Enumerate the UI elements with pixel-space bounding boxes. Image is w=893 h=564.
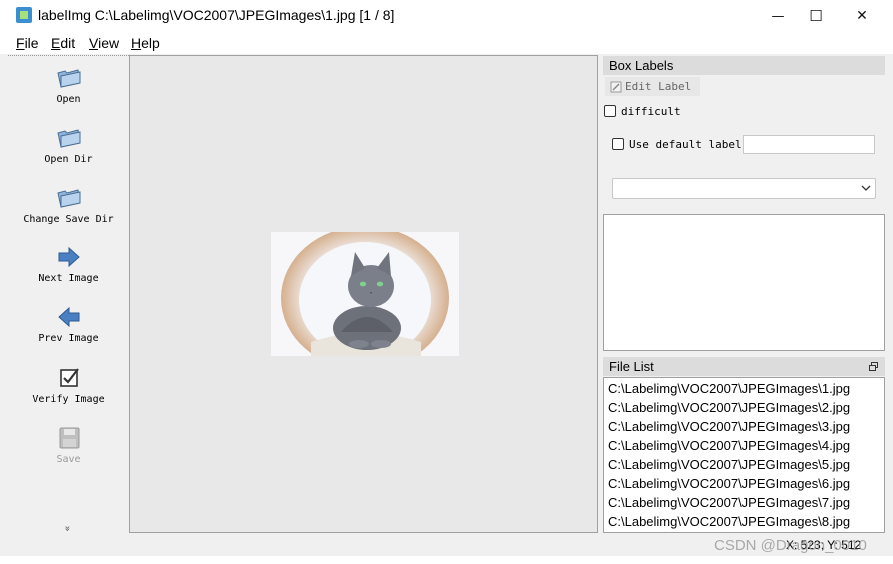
file-list-item[interactable]: C:\Labelimg\VOC2007\JPEGImages\8.jpg: [608, 514, 850, 529]
menu-file-label: ile: [24, 35, 39, 51]
open-dir-button[interactable]: Open Dir: [8, 126, 129, 165]
float-dock-icon[interactable]: [869, 362, 878, 371]
menu-help-label: elp: [141, 35, 160, 51]
file-list-item[interactable]: C:\Labelimg\VOC2007\JPEGImages\3.jpg: [608, 419, 850, 434]
menu-help-mnemonic: H: [131, 35, 142, 51]
menu-edit-mnemonic: E: [51, 35, 61, 51]
prev-image-label: Prev Image: [38, 333, 99, 344]
next-image-button[interactable]: Next Image: [8, 245, 129, 284]
tools-toolbar: Open Open Dir Change Save Dir Next Image…: [8, 55, 129, 534]
folder-icon: [56, 126, 82, 150]
open-dir-label: Open Dir: [44, 154, 93, 165]
menu-edit-label: dit: [60, 35, 76, 51]
maximize-button[interactable]: ☐: [793, 0, 839, 32]
box-labels-dock-title: Box Labels: [603, 56, 885, 75]
change-save-dir-label: Change Save Dir: [23, 214, 114, 225]
label-list[interactable]: [603, 214, 885, 351]
menu-view-mnemonic: V: [89, 35, 99, 51]
pencil-icon: [610, 81, 622, 93]
menu-edit[interactable]: Edit: [51, 35, 75, 51]
menu-file[interactable]: File: [16, 35, 39, 51]
edit-label-button[interactable]: Edit Label: [605, 77, 700, 96]
close-button[interactable]: ✕: [839, 0, 885, 32]
box-labels-title: Box Labels: [609, 58, 674, 73]
file-list-item[interactable]: C:\Labelimg\VOC2007\JPEGImages\2.jpg: [608, 400, 850, 415]
window-title: labelImg C:\Labelimg\VOC2007\JPEGImages\…: [38, 7, 395, 23]
bottom-strip: [0, 556, 893, 564]
labelimg-window: labelImg C:\Labelimg\VOC2007\JPEGImages\…: [0, 0, 893, 564]
verify-image-button[interactable]: Verify Image: [8, 366, 129, 405]
difficult-checkbox[interactable]: [604, 105, 616, 117]
use-default-label-text: Use default label: [629, 138, 742, 151]
arrow-left-icon: [56, 305, 82, 329]
menu-help[interactable]: Help: [131, 35, 160, 51]
save-button[interactable]: Save: [8, 426, 129, 465]
verify-image-label: Verify Image: [32, 394, 105, 405]
change-save-dir-button[interactable]: Change Save Dir: [8, 186, 129, 225]
menu-bar: File Edit View Help: [0, 32, 893, 54]
prev-image-button[interactable]: Prev Image: [8, 305, 129, 344]
arrow-right-icon: [56, 245, 82, 269]
use-default-label-checkbox[interactable]: [612, 138, 624, 150]
menu-view[interactable]: View: [89, 35, 119, 51]
title-bar: labelImg C:\Labelimg\VOC2007\JPEGImages\…: [0, 0, 893, 32]
folder-icon: [56, 186, 82, 210]
file-list-item[interactable]: C:\Labelimg\VOC2007\JPEGImages\7.jpg: [608, 495, 850, 510]
file-list[interactable]: C:\Labelimg\VOC2007\JPEGImages\1.jpg C:\…: [603, 377, 885, 533]
file-list-title: File List: [609, 359, 654, 374]
watermark: CSDN @Dragon_0010: [714, 537, 867, 554]
edit-label-text: Edit Label: [625, 80, 692, 93]
chevron-down-icon: [861, 185, 871, 191]
difficult-label: difficult: [621, 105, 681, 118]
image-canvas[interactable]: [129, 55, 598, 533]
default-label-input[interactable]: [743, 135, 875, 154]
menu-file-mnemonic: F: [16, 35, 25, 51]
file-list-item[interactable]: C:\Labelimg\VOC2007\JPEGImages\4.jpg: [608, 438, 850, 453]
menu-view-label: iew: [98, 35, 120, 51]
save-label: Save: [56, 454, 81, 465]
file-list-item[interactable]: C:\Labelimg\VOC2007\JPEGImages\5.jpg: [608, 457, 850, 472]
label-combo-box[interactable]: [612, 178, 876, 199]
open-label: Open: [56, 94, 81, 105]
checkbox-check-icon: [56, 366, 82, 390]
open-button[interactable]: Open: [8, 66, 129, 105]
file-list-item[interactable]: C:\Labelimg\VOC2007\JPEGImages\1.jpg: [608, 381, 850, 396]
cat-photo: [271, 232, 459, 356]
file-list-item[interactable]: C:\Labelimg\VOC2007\JPEGImages\6.jpg: [608, 476, 850, 491]
app-icon: [16, 7, 32, 23]
floppy-disk-icon: [56, 426, 82, 450]
toolbar-overflow-chevron-icon[interactable]: »: [62, 525, 73, 531]
folder-icon: [56, 66, 82, 90]
file-list-dock-title: File List: [603, 357, 885, 376]
next-image-label: Next Image: [38, 273, 99, 284]
